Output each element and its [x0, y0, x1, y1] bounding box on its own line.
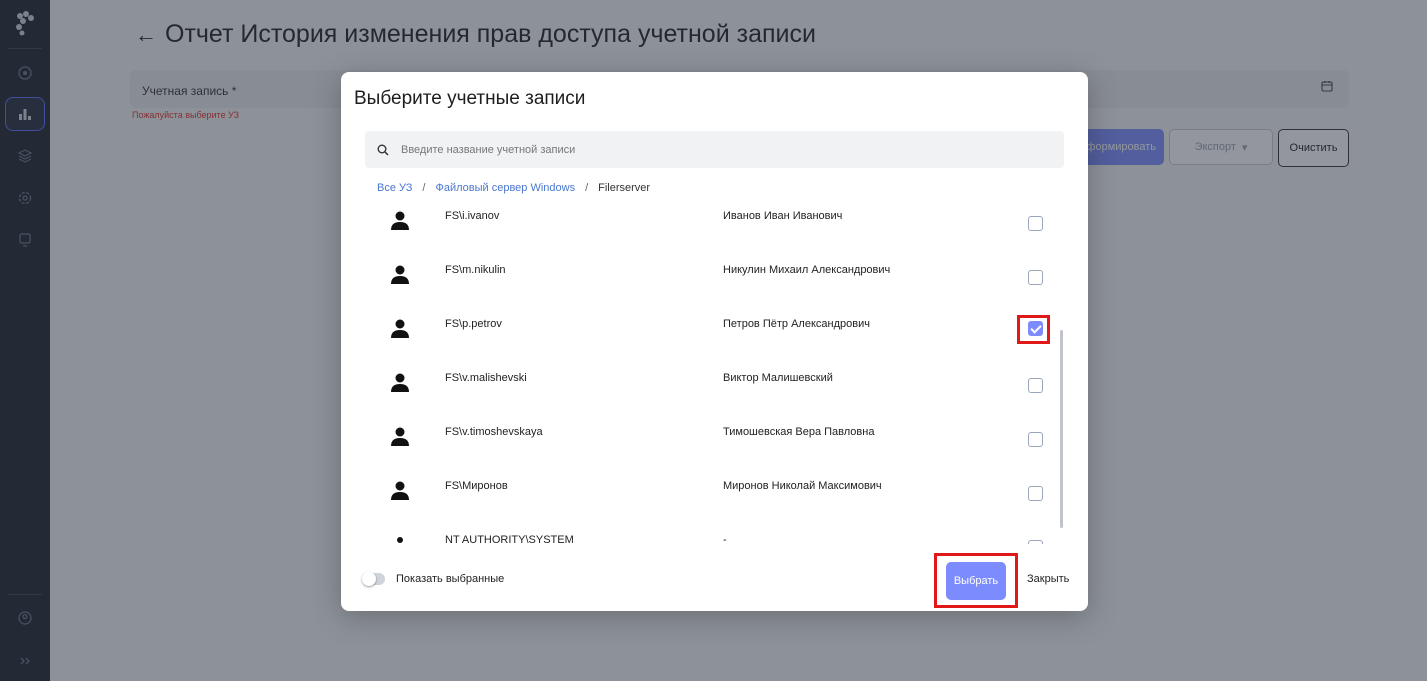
- row-checkbox[interactable]: [1028, 378, 1043, 393]
- account-fullname: Петров Пётр Александрович: [723, 318, 870, 330]
- system-account-icon: [397, 537, 403, 543]
- select-accounts-modal: Выберите учетные записи Все УЗ / Файловы…: [341, 72, 1088, 611]
- account-fullname: Миронов Николай Максимович: [723, 480, 882, 492]
- breadcrumb: Все УЗ / Файловый сервер Windows / Filer…: [377, 182, 650, 194]
- close-button[interactable]: Закрыть: [1027, 573, 1069, 585]
- account-login: FS\v.timoshevskaya: [445, 426, 543, 438]
- row-checkbox[interactable]: [1028, 432, 1043, 447]
- breadcrumb-separator: /: [585, 182, 589, 194]
- breadcrumb-current: Filerserver: [598, 182, 651, 194]
- search-icon: [377, 144, 389, 156]
- search-box[interactable]: [365, 131, 1064, 168]
- account-login: NT AUTHORITY\SYSTEM: [445, 534, 574, 544]
- account-login: FS\i.ivanov: [445, 210, 500, 222]
- account-login: FS\m.nikulin: [445, 264, 506, 276]
- account-login: FS\Миронов: [445, 480, 508, 492]
- list-item[interactable]: FS\i.ivanov Иванов Иван Иванович: [365, 210, 1064, 264]
- user-icon: [391, 211, 409, 230]
- row-checkbox[interactable]: [1028, 540, 1043, 544]
- user-icon: [391, 319, 409, 338]
- account-login: FS\v.malishevski: [445, 372, 527, 384]
- user-icon: [391, 373, 409, 392]
- highlight-frame-select-button: [934, 553, 1018, 608]
- user-icon: [391, 427, 409, 446]
- list-item[interactable]: FS\v.malishevski Виктор Малишевский: [365, 372, 1064, 426]
- row-checkbox[interactable]: [1028, 216, 1043, 231]
- search-input[interactable]: [401, 143, 1041, 156]
- list-scrollbar[interactable]: [1060, 330, 1063, 528]
- list-item[interactable]: FS\v.timoshevskaya Тимошевская Вера Павл…: [365, 426, 1064, 480]
- highlight-frame-checkbox: [1017, 315, 1050, 344]
- show-selected-label: Показать выбранные: [396, 573, 505, 585]
- list-item[interactable]: FS\m.nikulin Никулин Михаил Александрови…: [365, 264, 1064, 318]
- row-checkbox[interactable]: [1028, 270, 1043, 285]
- list-item[interactable]: NT AUTHORITY\SYSTEM -: [365, 534, 1064, 544]
- account-fullname: Иванов Иван Иванович: [723, 210, 843, 222]
- modal-title: Выберите учетные записи: [354, 88, 586, 109]
- breadcrumb-root[interactable]: Все УЗ: [377, 182, 412, 194]
- accounts-list[interactable]: FS\i.ivanov Иванов Иван Иванович FS\m.ni…: [365, 202, 1064, 544]
- user-icon: [391, 265, 409, 284]
- breadcrumb-separator: /: [422, 182, 426, 194]
- show-selected-toggle[interactable]: [362, 572, 385, 586]
- account-fullname: Виктор Малишевский: [723, 372, 833, 384]
- user-icon: [391, 481, 409, 500]
- account-fullname: Тимошевская Вера Павловна: [723, 426, 875, 438]
- account-fullname: -: [723, 534, 727, 544]
- list-item[interactable]: FS\Миронов Миронов Николай Максимович: [365, 480, 1064, 534]
- row-checkbox[interactable]: [1028, 486, 1043, 501]
- account-login: FS\p.petrov: [445, 318, 502, 330]
- breadcrumb-file-server[interactable]: Файловый сервер Windows: [435, 182, 575, 194]
- account-fullname: Никулин Михаил Александрович: [723, 264, 891, 276]
- list-item[interactable]: FS\p.petrov Петров Пётр Александрович: [365, 318, 1064, 372]
